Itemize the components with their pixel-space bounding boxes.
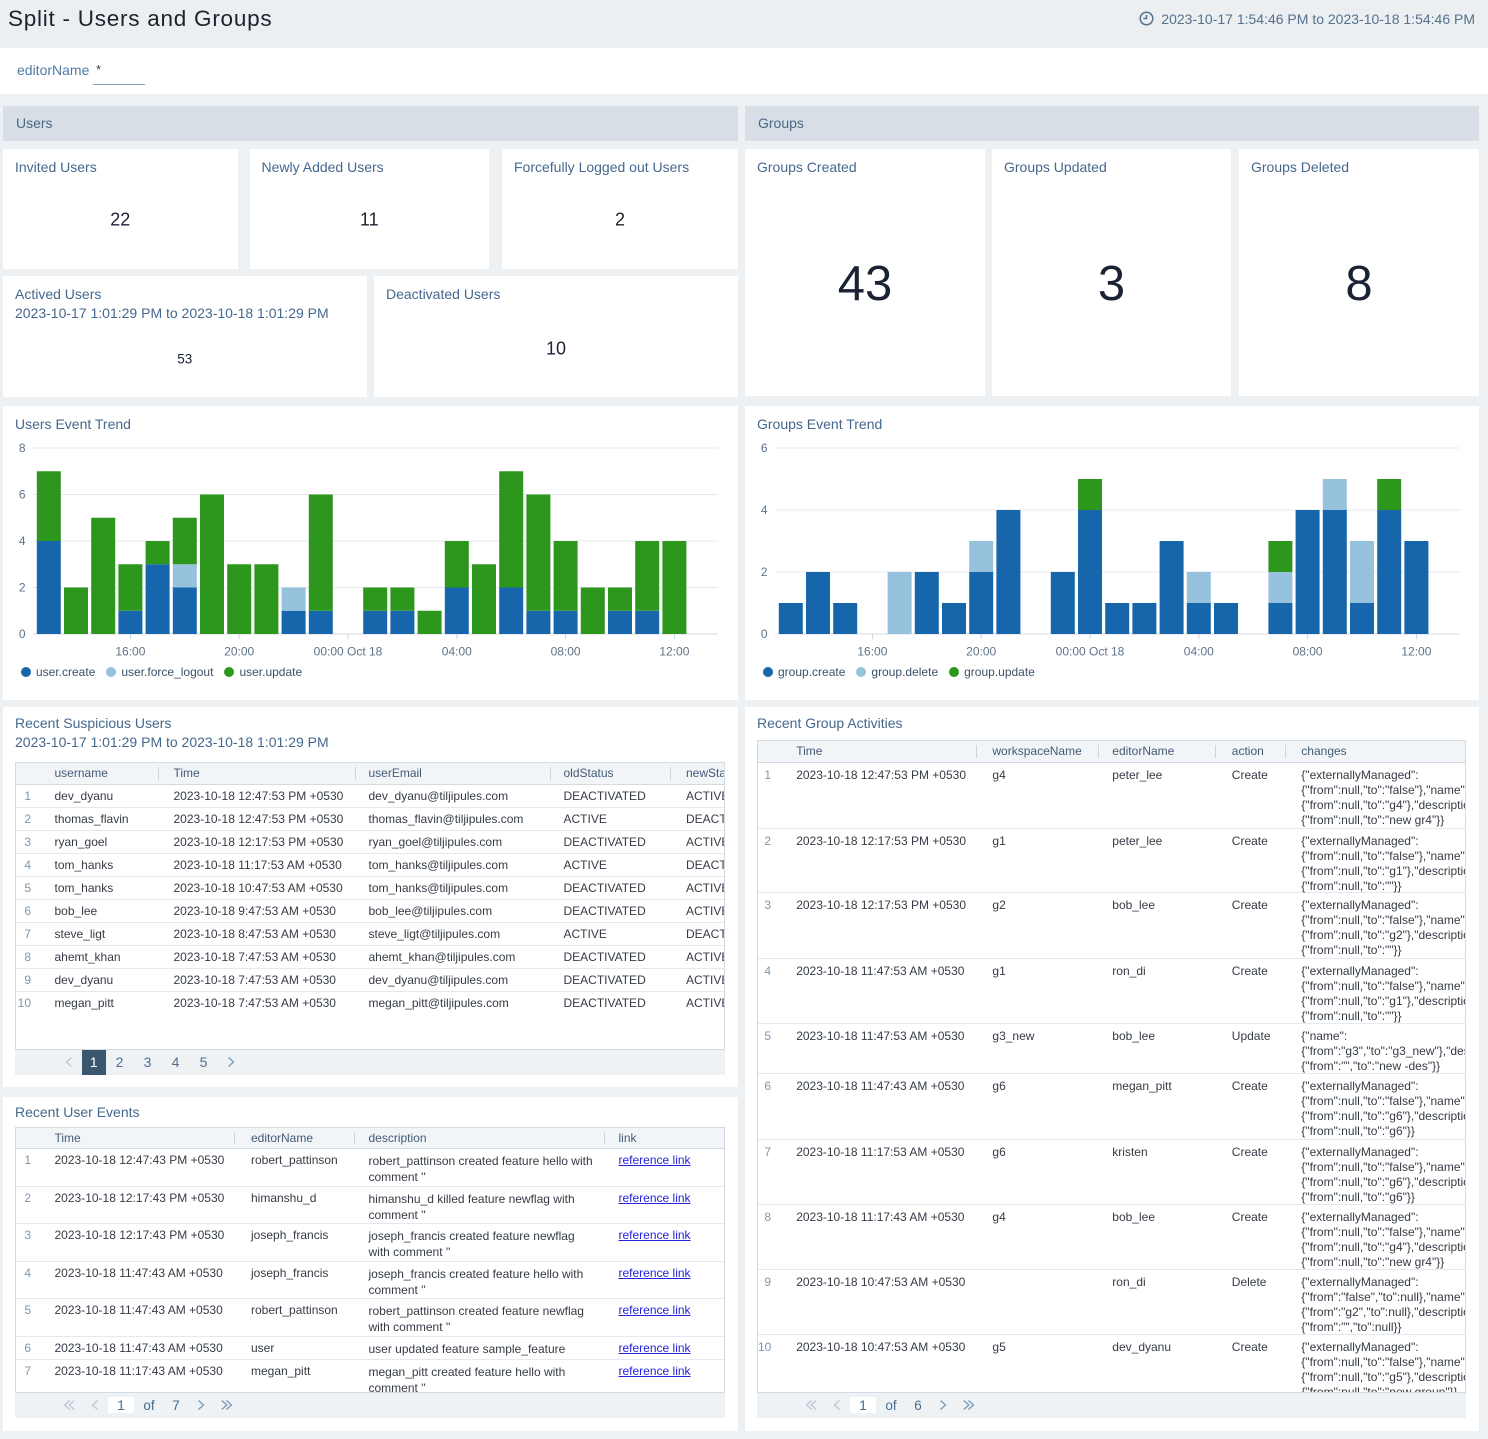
svg-text:2: 2 [19,581,26,595]
svg-text:6: 6 [761,441,768,455]
svg-text:04:00: 04:00 [1184,645,1214,659]
svg-text:0: 0 [761,627,768,641]
svg-text:8: 8 [19,441,26,455]
svg-text:4: 4 [761,503,768,517]
svg-text:12:00: 12:00 [1401,645,1431,659]
svg-text:00:00 Oct 18: 00:00 Oct 18 [1056,645,1125,659]
svg-text:04:00: 04:00 [442,645,472,659]
svg-text:16:00: 16:00 [115,645,145,659]
svg-text:00:00 Oct 18: 00:00 Oct 18 [314,645,383,659]
svg-text:0: 0 [19,627,26,641]
svg-text:08:00: 08:00 [551,645,581,659]
svg-text:4: 4 [19,534,26,548]
svg-text:12:00: 12:00 [659,645,689,659]
svg-text:2: 2 [761,565,768,579]
svg-text:16:00: 16:00 [857,645,887,659]
svg-text:20:00: 20:00 [966,645,996,659]
svg-text:6: 6 [19,488,26,502]
svg-text:20:00: 20:00 [224,645,254,659]
svg-text:08:00: 08:00 [1293,645,1323,659]
